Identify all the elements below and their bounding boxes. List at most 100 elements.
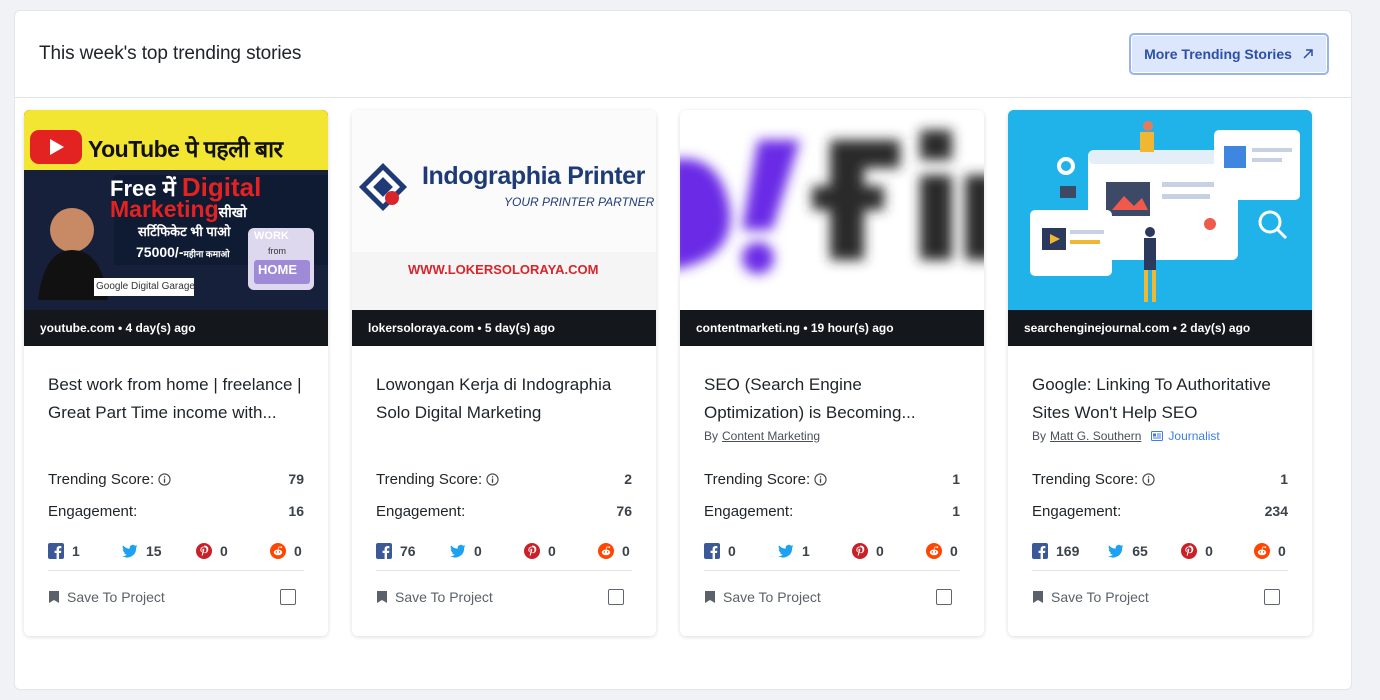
social-counts: 169 65 0 0 [1032, 531, 1288, 571]
save-row: Save To Project [376, 571, 632, 623]
reddit-count: 0 [270, 542, 304, 559]
thumb-work2: from [268, 246, 286, 256]
more-trending-stories-button[interactable]: More Trending Stories [1129, 33, 1329, 75]
trending-score-row: Trending Score: 1 [1032, 463, 1288, 495]
thumb-url: WWW.LOKERSOLORAYA.COM [408, 262, 599, 277]
pinterest-count: 0 [1181, 542, 1225, 559]
story-meta: lokersoloraya.com • 5 day(s) ago [352, 310, 656, 346]
story-title[interactable]: Google: Linking To Authoritative Sites W… [1032, 371, 1288, 427]
info-icon[interactable] [1142, 472, 1155, 486]
pinterest-icon [1181, 542, 1198, 559]
engagement-label: Engagement: [376, 502, 466, 520]
reddit-count: 0 [598, 542, 632, 559]
story-thumbnail[interactable]: YouTube पे पहली बार Free में Digital Mar… [24, 110, 328, 310]
facebook-icon [376, 542, 392, 559]
engagement-label: Engagement: [704, 502, 794, 520]
reddit-icon [270, 542, 286, 559]
save-to-project-button[interactable]: Save To Project [48, 589, 165, 605]
facebook-count: 1 [48, 542, 92, 559]
engagement-value: 76 [616, 503, 632, 519]
trending-score-row: Trending Score: 1 [704, 463, 960, 495]
story-thumbnail[interactable] [680, 110, 984, 310]
thumb-line3: सर्टिफिकेट भी पाओ [138, 224, 231, 239]
select-checkbox[interactable] [936, 589, 952, 605]
story-thumbnail[interactable]: Indographia Printer YOUR PRINTER PARTNER… [352, 110, 656, 310]
story-title[interactable]: SEO (Search Engine Optimization) is Beco… [704, 371, 960, 427]
reddit-icon [598, 542, 614, 559]
bookmark-icon [49, 591, 59, 603]
author-link[interactable]: Content Marketing [722, 429, 820, 443]
reddit-icon [926, 542, 942, 559]
thumb-badge: Google Digital Garage [96, 281, 195, 292]
story-byline [376, 428, 632, 444]
story-card[interactable]: Indographia Printer YOUR PRINTER PARTNER… [352, 110, 656, 636]
save-to-project-button[interactable]: Save To Project [376, 589, 493, 605]
twitter-icon [122, 544, 138, 557]
reddit-count: 0 [1253, 542, 1288, 559]
facebook-icon [1032, 542, 1048, 559]
pinterest-count: 0 [852, 542, 896, 559]
indographia-thumbnail-graphic [352, 110, 656, 310]
story-card[interactable]: contentmarketi.ng • 19 hour(s) ago SEO (… [680, 110, 984, 636]
select-checkbox[interactable] [280, 589, 296, 605]
story-card[interactable]: searchenginejournal.com • 2 day(s) ago G… [1008, 110, 1312, 636]
by-label: By [1032, 429, 1047, 443]
facebook-count: 169 [1032, 542, 1079, 559]
reddit-count: 0 [926, 542, 960, 559]
twitter-count: 65 [1108, 543, 1152, 559]
story-byline: By Matt G. Southern Journalist [1032, 428, 1288, 444]
bookmark-icon [705, 591, 715, 603]
engagement-row: Engagement: 76 [376, 495, 632, 527]
trending-score-value: 1 [952, 471, 960, 487]
pinterest-icon [852, 542, 868, 559]
trending-score-label: Trending Score: [376, 470, 483, 488]
trending-score-label: Trending Score: [1032, 470, 1139, 488]
story-card[interactable]: YouTube पे पहली बार Free में Digital Mar… [24, 110, 328, 636]
bookmark-icon [1033, 591, 1043, 603]
pinterest-count: 0 [524, 542, 568, 559]
story-title[interactable]: Lowongan Kerja di Indographia Solo Digit… [376, 371, 632, 427]
select-checkbox[interactable] [1264, 589, 1280, 605]
trending-score-row: Trending Score: 2 [376, 463, 632, 495]
story-byline: By Content Marketing [704, 428, 960, 444]
facebook-count: 0 [704, 542, 748, 559]
engagement-label: Engagement: [48, 502, 138, 520]
save-to-project-button[interactable]: Save To Project [1032, 589, 1149, 605]
pinterest-count: 0 [196, 542, 240, 559]
page-title: This week's top trending stories [39, 43, 302, 64]
twitter-icon [1108, 544, 1124, 557]
twitter-icon [778, 544, 794, 557]
info-icon[interactable] [486, 472, 499, 486]
more-trending-label: More Trending Stories [1144, 46, 1292, 62]
engagement-value: 16 [288, 503, 304, 519]
story-thumbnail[interactable] [1008, 110, 1312, 310]
engagement-row: Engagement: 234 [1032, 495, 1288, 527]
save-to-project-button[interactable]: Save To Project [704, 589, 821, 605]
author-link[interactable]: Matt G. Southern [1050, 429, 1141, 443]
thumb-work1: WORK [254, 230, 289, 242]
save-row: Save To Project [704, 571, 960, 623]
info-icon[interactable] [158, 472, 171, 486]
seo-illustration-graphic [1008, 110, 1312, 310]
panel-header: This week's top trending stories More Tr… [15, 11, 1351, 98]
by-label: By [704, 429, 719, 443]
pinterest-icon [524, 542, 540, 559]
story-meta: searchenginejournal.com • 2 day(s) ago [1008, 310, 1312, 346]
social-counts: 76 0 0 0 [376, 531, 632, 571]
info-icon[interactable] [814, 472, 827, 486]
arrow-up-right-icon [1303, 49, 1313, 59]
story-meta: contentmarketi.ng • 19 hour(s) ago [680, 310, 984, 346]
thumb-line4: 75000/-महीना कमाओ [136, 244, 230, 260]
facebook-icon [48, 542, 64, 559]
pinterest-icon [196, 542, 212, 559]
engagement-row: Engagement: 1 [704, 495, 960, 527]
story-meta: youtube.com • 4 day(s) ago [24, 310, 328, 346]
bookmark-icon [377, 591, 387, 603]
facebook-icon [704, 542, 720, 559]
story-title[interactable]: Best work from home | freelance | Great … [48, 371, 304, 427]
journalist-icon [1151, 431, 1164, 441]
engagement-row: Engagement: 16 [48, 495, 304, 527]
trending-score-value: 1 [1280, 471, 1288, 487]
select-checkbox[interactable] [608, 589, 624, 605]
social-counts: 0 1 0 0 [704, 531, 960, 571]
